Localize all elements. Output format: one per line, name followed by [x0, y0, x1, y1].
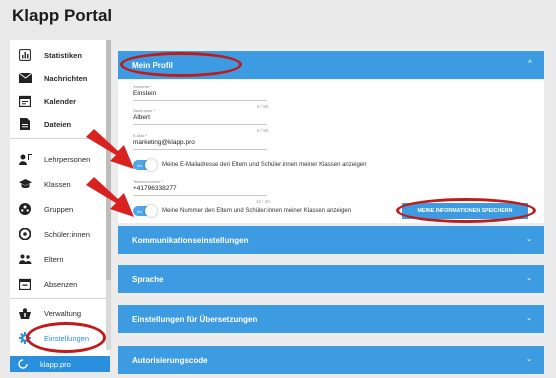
app-title: Klapp Portal — [12, 6, 113, 25]
section-header-autorisierungscode[interactable]: Autorisierungscode ⌄ — [118, 346, 544, 374]
sidebar-divider — [10, 298, 110, 299]
toggle-knob — [145, 159, 157, 171]
annotation-arrow-email-toggle — [86, 129, 134, 169]
teacher-icon — [18, 152, 32, 166]
sidebar-item-nachrichten[interactable]: Nachrichten — [10, 67, 110, 89]
groups-icon — [18, 202, 32, 216]
section-header-uebersetzungen[interactable]: Einstellungen für Übersetzungen ⌄ — [118, 305, 544, 333]
sidebar-item-kalender[interactable]: Kalender — [10, 90, 110, 112]
sidebar-item-schuelerinnen[interactable]: Schüler:innen — [10, 223, 110, 245]
field-value: Einstein — [133, 90, 157, 97]
chevron-down-icon: ⌄ — [526, 356, 532, 363]
field-value: +41796338277 — [133, 185, 177, 192]
field-label: E-Mail * — [133, 133, 148, 138]
admin-icon — [18, 306, 32, 320]
char-counter: 12 / 20 — [256, 199, 270, 204]
field-underline — [133, 100, 267, 101]
first-name-field[interactable]: Vorname * Einstein — [133, 84, 267, 101]
sidebar-item-label: Schüler:innen — [44, 229, 90, 239]
sidebar-item-klapp-pro[interactable]: klapp.pro — [10, 356, 110, 372]
section-title: Kommunikationseinstellungen — [132, 235, 249, 245]
sidebar-item-label: Statistiken — [44, 50, 82, 60]
bar-chart-icon — [18, 48, 32, 62]
field-label: Nachname * — [133, 108, 156, 113]
chevron-up-icon: ^ — [527, 60, 532, 67]
annotation-circle-save-button — [396, 198, 536, 223]
sidebar-item-label: Eltern — [44, 254, 64, 264]
section-header-sprache[interactable]: Sprache ⌄ — [118, 265, 544, 293]
sidebar-item-eltern[interactable]: Eltern — [10, 248, 110, 270]
sidebar-item-label: Verwaltung — [44, 308, 82, 318]
section-title: Sprache — [132, 274, 164, 284]
email-visibility-label: Meine E-Mailadresse den Eltern und Schül… — [162, 162, 367, 168]
sidebar-item-statistiken[interactable]: Statistiken — [10, 44, 110, 66]
field-value: marketing@klapp.pro — [133, 139, 195, 146]
field-underline — [133, 124, 267, 125]
email-field[interactable]: E-Mail * marketing@klapp.pro — [133, 133, 267, 150]
sidebar-item-label: Absenzen — [44, 279, 78, 289]
chevron-down-icon: ⌄ — [526, 315, 532, 322]
field-label: Vorname * — [133, 84, 152, 89]
sidebar-item-verwaltung[interactable]: Verwaltung — [10, 302, 110, 324]
annotation-circle-einstellungen — [26, 322, 106, 353]
section-title: Autorisierungscode — [132, 355, 208, 365]
calendar-icon — [18, 94, 32, 108]
section-title: Einstellungen für Übersetzungen — [132, 314, 258, 324]
sidebar-item-label: Kalender — [44, 96, 77, 106]
klapp-logo-icon — [18, 358, 30, 370]
graduation-cap-icon — [18, 177, 32, 191]
chevron-down-icon: ⌄ — [526, 236, 532, 243]
email-visibility-toggle-row: An Meine E-Mailadresse den Eltern und Sc… — [133, 159, 367, 171]
phone-visibility-toggle-row: An Meine Nummer den Eltern und Schüler:i… — [133, 205, 352, 217]
field-label: Telefonnummer * — [133, 179, 164, 184]
toggle-knob — [145, 205, 157, 217]
field-value: Albert — [133, 114, 150, 121]
annotation-arrow-phone-toggle — [86, 177, 134, 217]
sidebar-item-label: Gruppen — [44, 204, 74, 214]
sidebar-item-label: klapp.pro — [40, 359, 71, 369]
last-name-field[interactable]: Nachname * Albert — [133, 108, 267, 125]
field-underline — [133, 195, 267, 196]
field-underline — [133, 149, 267, 150]
envelope-icon — [18, 71, 32, 85]
absences-icon — [18, 277, 32, 291]
section-header-kommunikation[interactable]: Kommunikationseinstellungen ⌄ — [118, 226, 544, 254]
parents-icon — [18, 252, 32, 266]
sidebar-item-label: Dateien — [44, 119, 72, 129]
student-icon — [18, 227, 32, 241]
sidebar-item-label: Nachrichten — [44, 73, 88, 83]
sidebar-item-absenzen[interactable]: Absenzen — [10, 273, 110, 295]
sidebar-item-label: Klassen — [44, 179, 71, 189]
chevron-down-icon: ⌄ — [526, 275, 532, 282]
phone-field[interactable]: Telefonnummer * +41796338277 — [133, 179, 267, 196]
file-icon — [18, 117, 32, 131]
annotation-circle-profile — [120, 52, 242, 77]
phone-visibility-label: Meine Nummer den Eltern und Schüler:inne… — [162, 208, 352, 214]
